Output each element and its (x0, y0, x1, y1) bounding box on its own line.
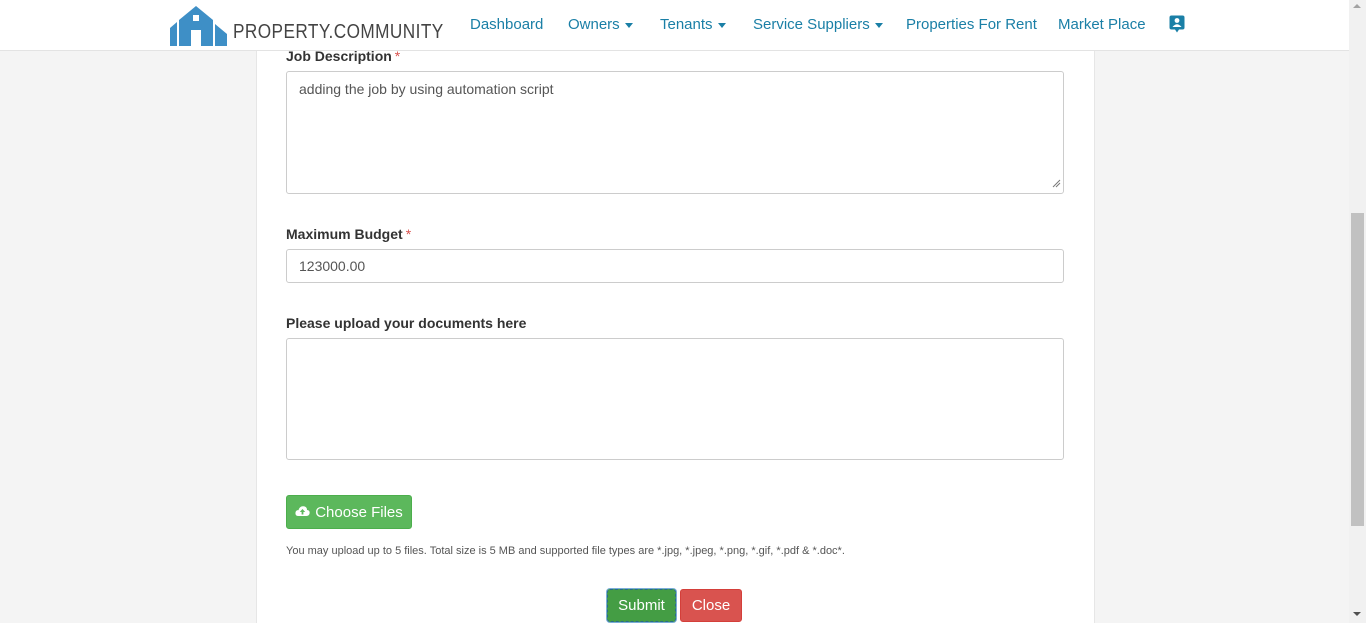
upload-dropzone[interactable] (286, 338, 1064, 460)
vertical-scrollbar[interactable] (1349, 0, 1366, 623)
nav-label: Tenants (660, 16, 713, 33)
job-description-textarea[interactable]: adding the job by using automation scrip… (286, 71, 1064, 194)
nav-label: Properties For Rent (906, 16, 1037, 33)
brand-name: PROPERTY.COMMUNITY (233, 21, 444, 43)
caret-down-icon (874, 22, 883, 28)
scroll-down-icon[interactable] (1353, 612, 1361, 616)
required-mark: * (405, 226, 412, 242)
caret-down-icon (717, 22, 726, 28)
nav-label: Owners (568, 16, 620, 33)
resize-grip-icon[interactable] (1052, 175, 1061, 191)
submit-button[interactable]: Submit (607, 589, 676, 622)
job-description-value: adding the job by using automation scrip… (299, 81, 554, 97)
upload-help-text: You may upload up to 5 files. Total size… (286, 545, 845, 557)
cloud-upload-icon (295, 504, 315, 521)
nav-label: Dashboard (470, 16, 544, 33)
label-text: Maximum Budget (286, 226, 403, 242)
max-budget-label: Maximum Budget * (286, 226, 411, 242)
close-label: Close (691, 597, 731, 614)
caret-down-icon (624, 22, 633, 28)
scroll-thumb[interactable] (1351, 213, 1364, 526)
nav-market-place[interactable]: Market Place (1058, 16, 1146, 33)
nav-label: Market Place (1058, 16, 1146, 33)
close-button[interactable]: Close (680, 589, 742, 622)
choose-files-button[interactable]: Choose Files (286, 495, 412, 529)
max-budget-input[interactable] (286, 249, 1064, 283)
scroll-up-icon[interactable] (1353, 4, 1361, 8)
contact-card-icon[interactable] (1169, 15, 1185, 38)
nav-tenants[interactable]: Tenants (660, 16, 726, 33)
submit-label: Submit (618, 597, 665, 614)
top-navbar: PROPERTY.COMMUNITY Dashboard Owners Tena… (0, 0, 1349, 51)
nav-owners[interactable]: Owners (568, 16, 633, 33)
nav-service-suppliers[interactable]: Service Suppliers (753, 16, 883, 33)
upload-label: Please upload your documents here (286, 315, 526, 331)
nav-dashboard[interactable]: Dashboard (470, 16, 543, 33)
choose-files-label: Choose Files (315, 503, 403, 521)
brand[interactable]: PROPERTY.COMMUNITY (170, 4, 478, 46)
nav-label: Service Suppliers (753, 16, 870, 33)
label-text: Please upload your documents here (286, 315, 527, 331)
house-logo-icon (170, 6, 227, 46)
nav-properties-for-rent[interactable]: Properties For Rent (906, 16, 1037, 33)
